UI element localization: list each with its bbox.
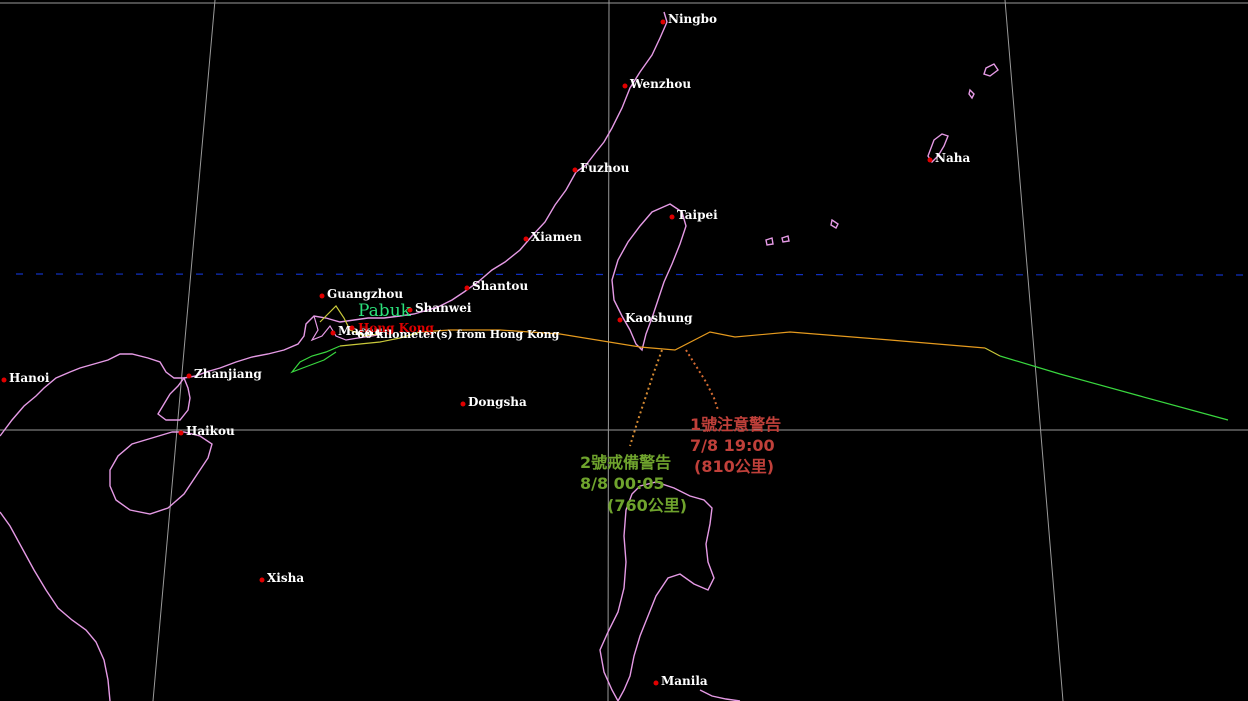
- city-dot: [460, 401, 466, 407]
- city-label: Dongsha: [468, 395, 527, 409]
- city-hanoi[interactable]: Hanoi: [1, 371, 50, 385]
- city-label: Manila: [661, 674, 708, 688]
- city-xisha[interactable]: Xisha: [259, 571, 305, 585]
- map-background: [0, 0, 1248, 701]
- storm-distance-label: 60 kilometer(s) from Hong Kong: [357, 328, 560, 341]
- city-label: Kaoshung: [625, 311, 693, 325]
- storm-name-label: Pabuk: [358, 301, 412, 321]
- city-label: Guangzhou: [327, 287, 403, 301]
- city-fuzhou[interactable]: Fuzhou: [572, 161, 630, 175]
- city-dot: [617, 317, 623, 323]
- city-dot: [572, 167, 578, 173]
- city-dot: [927, 157, 933, 163]
- city-shantou[interactable]: Shantou: [464, 279, 529, 293]
- warning-1-title: 1號注意警告: [690, 415, 781, 434]
- warning-1-time: 7/8 19:00: [690, 436, 775, 455]
- city-kaoshung[interactable]: Kaoshung: [617, 311, 694, 325]
- city-guangzhou[interactable]: Guangzhou: [319, 287, 404, 301]
- city-dongsha[interactable]: Dongsha: [460, 395, 528, 409]
- city-label: Xisha: [267, 571, 304, 585]
- city-dot: [186, 373, 192, 379]
- city-haikou[interactable]: Haikou: [178, 424, 235, 438]
- city-label: Taipei: [677, 208, 718, 222]
- warning-1: 1號注意警告 7/8 19:00 (810公里): [690, 415, 781, 476]
- city-dot: [660, 19, 666, 25]
- typhoon-track-map: Ningbo Wenzhou Fuzhou Naha Taipei Xiamen…: [0, 0, 1248, 701]
- city-xiamen[interactable]: Xiamen: [523, 230, 582, 244]
- city-label: Hanoi: [9, 371, 50, 385]
- city-taipei[interactable]: Taipei: [669, 208, 719, 222]
- warning-2-title: 2號戒備警告: [580, 453, 671, 472]
- city-dot: [259, 577, 265, 583]
- city-label: Zhanjiang: [194, 367, 262, 381]
- city-wenzhou[interactable]: Wenzhou: [622, 77, 692, 91]
- city-shanwei[interactable]: Shanwei: [407, 301, 472, 315]
- city-label: Fuzhou: [580, 161, 630, 175]
- city-dot: [523, 236, 529, 242]
- city-label: Naha: [935, 151, 970, 165]
- warning-1-distance: (810公里): [694, 457, 774, 476]
- city-dot: [669, 214, 675, 220]
- city-label: Haikou: [186, 424, 235, 438]
- city-dot: [349, 325, 355, 331]
- city-label: Shanwei: [415, 301, 472, 315]
- city-label: Ningbo: [668, 12, 717, 26]
- city-dot: [622, 83, 628, 89]
- city-ningbo[interactable]: Ningbo: [660, 12, 718, 26]
- city-dot: [464, 285, 470, 291]
- warning-2-distance: (760公里): [607, 496, 687, 515]
- city-dot: [330, 330, 336, 336]
- city-manila[interactable]: Manila: [653, 674, 708, 688]
- city-label: Shantou: [472, 279, 528, 293]
- city-dot: [1, 377, 7, 383]
- city-zhanjiang[interactable]: Zhanjiang: [186, 367, 263, 381]
- city-dot: [653, 680, 659, 686]
- city-dot: [178, 430, 184, 436]
- city-label: Xiamen: [531, 230, 582, 244]
- warning-2-time: 8/8 00:05: [580, 474, 665, 493]
- city-label: Wenzhou: [629, 77, 691, 91]
- city-dot: [319, 293, 325, 299]
